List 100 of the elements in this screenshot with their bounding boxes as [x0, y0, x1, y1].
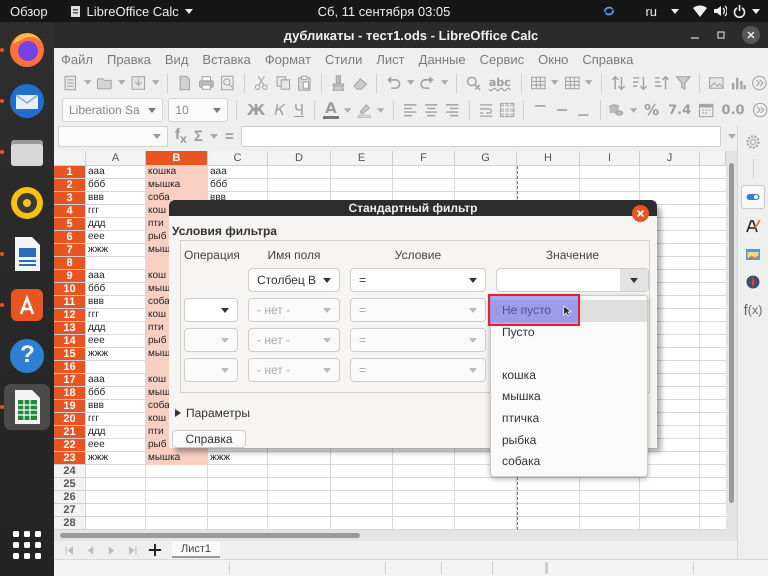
column-header[interactable]: J: [640, 150, 700, 166]
menu-item[interactable]: Вид: [164, 52, 188, 66]
settings-icon[interactable]: [745, 134, 761, 150]
condition-dropdown[interactable]: =: [350, 268, 486, 292]
find-replace-icon[interactable]: [465, 74, 482, 92]
wrap-text-icon[interactable]: [478, 101, 494, 119]
app-menu[interactable]: LibreOffice Calc: [70, 4, 193, 18]
row-header[interactable]: 24: [54, 464, 86, 478]
paintbrush-icon[interactable]: [330, 74, 347, 92]
add-sheet-icon[interactable]: [148, 543, 162, 558]
close-icon[interactable]: [632, 205, 649, 222]
scissors-icon[interactable]: [253, 74, 270, 92]
font-name-field[interactable]: Liberation Sa: [62, 98, 164, 122]
dropdown-option[interactable]: мышка: [491, 386, 647, 408]
number-format-button[interactable]: 7.4: [666, 102, 694, 118]
row-header[interactable]: 25: [54, 478, 86, 491]
scrollbar-thumb[interactable]: [60, 532, 360, 538]
menu-item[interactable]: Сервис: [480, 52, 524, 66]
save-icon[interactable]: [130, 74, 147, 92]
row-header[interactable]: 10: [54, 282, 86, 296]
sync-icon[interactable]: [603, 5, 616, 17]
bold-button[interactable]: Ж: [244, 101, 268, 119]
row-header[interactable]: 2: [54, 178, 86, 192]
dropdown-option[interactable]: Не пусто: [491, 300, 647, 322]
dropdown-option[interactable]: собака: [491, 451, 647, 473]
row-header[interactable]: 8: [54, 256, 86, 270]
row-header[interactable]: 12: [54, 308, 86, 322]
menu-item[interactable]: Лист: [376, 52, 405, 66]
redo-icon[interactable]: [419, 74, 436, 92]
row-header[interactable]: 1: [54, 166, 86, 179]
caret-icon[interactable]: [752, 8, 760, 14]
percent-format-button[interactable]: %: [642, 101, 662, 119]
keyboard-layout-menu[interactable]: ru: [645, 4, 657, 18]
row-header[interactable]: 4: [54, 204, 86, 218]
sheet-tab[interactable]: Лист1: [172, 542, 220, 558]
column-header[interactable]: E: [331, 150, 393, 166]
menu-item[interactable]: Стили: [324, 52, 362, 66]
wifi-icon[interactable]: [693, 5, 707, 17]
align-center-icon[interactable]: [422, 101, 440, 119]
menu-item[interactable]: Вставка: [202, 52, 251, 66]
row-header[interactable]: 22: [54, 438, 86, 452]
sum-button[interactable]: Σ: [194, 128, 203, 145]
underline-button[interactable]: Ч: [292, 101, 306, 119]
row-header[interactable]: 5: [54, 218, 86, 231]
row-header[interactable]: 19: [54, 400, 86, 413]
formula-button[interactable]: =: [224, 128, 234, 145]
dock-item[interactable]: ?: [4, 333, 50, 379]
select-all-corner[interactable]: [54, 150, 86, 166]
row-header[interactable]: 20: [54, 412, 86, 426]
column-header[interactable]: I: [580, 150, 640, 166]
menu-item[interactable]: Данные: [418, 52, 466, 66]
italic-button[interactable]: К: [272, 101, 287, 119]
merge-cells-icon[interactable]: [499, 101, 516, 119]
next-sheet-icon[interactable]: [106, 544, 117, 556]
menu-item[interactable]: Справка: [582, 52, 634, 66]
maximize-icon[interactable]: [716, 30, 726, 40]
copy-icon[interactable]: [274, 74, 292, 92]
sort-descending-icon[interactable]: [652, 74, 670, 92]
row-header[interactable]: 16: [54, 360, 86, 374]
first-sheet-icon[interactable]: [64, 544, 75, 556]
clipboard-icon[interactable]: [296, 74, 313, 92]
font-size-field[interactable]: 10: [168, 98, 228, 122]
row-header[interactable]: 18: [54, 386, 86, 400]
row-header[interactable]: 21: [54, 426, 86, 439]
clock[interactable]: Сб, 11 сентября 03:05: [318, 4, 450, 18]
row-header[interactable]: 15: [54, 348, 86, 361]
printer-icon[interactable]: [198, 74, 214, 92]
menu-item[interactable]: Окно: [538, 52, 568, 66]
last-sheet-icon[interactable]: [127, 544, 138, 556]
column-header[interactable]: H: [517, 150, 580, 166]
power-icon[interactable]: [733, 4, 746, 18]
scrollbar-thumb[interactable]: [729, 162, 734, 503]
font-color-button[interactable]: А: [323, 101, 339, 119]
close-icon[interactable]: [742, 26, 760, 44]
row-header[interactable]: 26: [54, 490, 86, 504]
dropdown-option[interactable]: кошка: [491, 364, 647, 386]
vertical-scrollbar[interactable]: [726, 150, 737, 530]
previous-sheet-icon[interactable]: [85, 544, 96, 556]
name-box[interactable]: [58, 126, 168, 147]
column-header[interactable]: D: [268, 150, 331, 166]
column-header[interactable]: [700, 150, 726, 166]
column-header[interactable]: A: [86, 150, 146, 166]
row-header[interactable]: 9: [54, 270, 86, 283]
spellcheck-button[interactable]: abc: [486, 76, 513, 89]
column-header[interactable]: B: [146, 150, 208, 166]
filter-icon[interactable]: [674, 74, 692, 92]
sort-icon[interactable]: [610, 74, 626, 92]
formula-input[interactable]: [240, 126, 721, 147]
horizontal-scrollbar[interactable]: [54, 530, 737, 542]
row-header[interactable]: 3: [54, 192, 86, 205]
align-left-icon[interactable]: [402, 101, 418, 119]
row-header[interactable]: 6: [54, 230, 86, 244]
row-header[interactable]: 23: [54, 452, 86, 465]
dropdown-option[interactable]: рыбка: [491, 430, 647, 452]
activities-button[interactable]: Обзор: [10, 4, 48, 18]
field-name-dropdown[interactable]: Столбец B: [248, 268, 340, 292]
menu-item[interactable]: Правка: [106, 52, 151, 66]
expander-arrow-icon[interactable]: [175, 409, 181, 418]
column-header[interactable]: C: [208, 150, 268, 166]
menu-item[interactable]: Формат: [264, 52, 311, 66]
